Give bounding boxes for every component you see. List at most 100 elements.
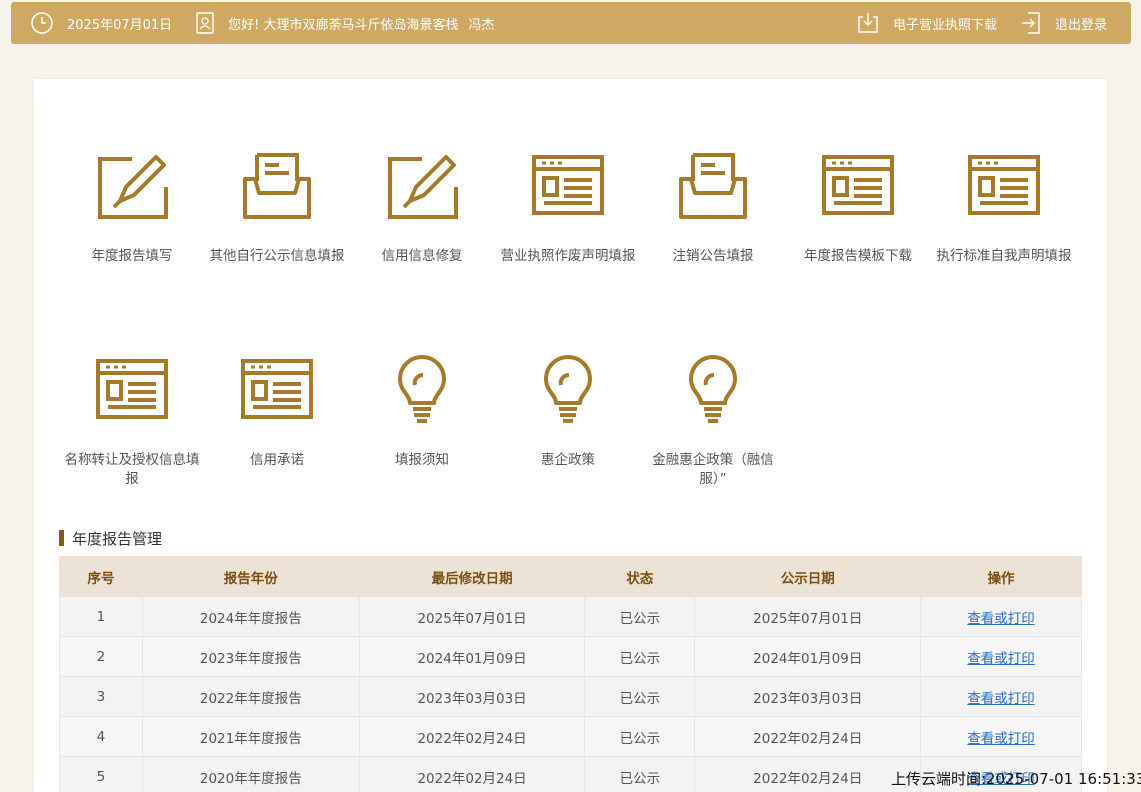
- logout-label: 退出登录: [1054, 17, 1107, 33]
- cell-action: 查看或打印: [920, 716, 1082, 757]
- cell-publish-date: 2024年01月09日: [694, 636, 922, 677]
- tile-label: 信用信息修复: [381, 248, 463, 264]
- cell-index: 4: [59, 716, 143, 757]
- cell-status: 已公示: [584, 636, 696, 677]
- tile-label: 金融惠企政策（融信服）”: [652, 452, 774, 487]
- tile-credit-repair[interactable]: 信用信息修复: [349, 151, 495, 266]
- logout-button[interactable]: 退出登录: [1021, 2, 1107, 44]
- date-text: 2025年07月01日: [67, 17, 173, 33]
- tile-filing-notes[interactable]: 填报须知: [349, 355, 495, 470]
- browser-window-icon: [241, 359, 313, 419]
- view-print-link[interactable]: 查看或打印: [967, 611, 1035, 627]
- tile-template-download[interactable]: 年度报告模板下载: [785, 151, 931, 266]
- cell-status: 已公示: [584, 676, 696, 717]
- cell-report-year: 2022年年度报告: [141, 676, 360, 717]
- header-publish-date: 公示日期: [694, 556, 922, 597]
- lightbulb-icon: [689, 355, 737, 423]
- tile-name-transfer[interactable]: 名称转让及授权信息填报: [59, 355, 205, 489]
- inbox-tray-icon: [243, 153, 311, 219]
- cell-last-modified: 2022年02月24日: [358, 716, 586, 757]
- date-display: 2025年07月01日: [31, 2, 172, 44]
- cell-report-year: 2020年年度报告: [141, 756, 360, 792]
- greeting: 您好! 大理市双廊荼马斗斤依岛海景客栈 冯杰: [196, 2, 495, 44]
- tile-standard-declaration[interactable]: 执行标准自我声明填报: [931, 151, 1077, 266]
- view-print-link[interactable]: 查看或打印: [967, 651, 1035, 667]
- tile-finance-policy[interactable]: 金融惠企政策（融信服）”: [640, 355, 786, 489]
- cell-publish-date: 2023年03月03日: [694, 676, 922, 717]
- table-header-row: 序号 报告年份 最后修改日期 状态 公示日期 操作: [59, 556, 1082, 597]
- header-index: 序号: [59, 556, 143, 597]
- cell-action: 查看或打印: [920, 596, 1082, 637]
- tile-label: 营业执照作废声明填报: [500, 248, 636, 264]
- cell-last-modified: 2025年07月01日: [358, 596, 586, 637]
- tile-label: 执行标准自我声明填报: [936, 248, 1072, 264]
- tile-annual-report-fill[interactable]: 年度报告填写: [59, 151, 205, 266]
- view-print-link[interactable]: 查看或打印: [967, 691, 1035, 707]
- cell-publish-date: 2025年07月01日: [694, 596, 922, 637]
- cell-action: 查看或打印: [920, 676, 1082, 717]
- cell-index: 3: [59, 676, 143, 717]
- table-row: 4 2021年年度报告 2022年02月24日 已公示 2022年02月24日 …: [59, 716, 1082, 757]
- cell-status: 已公示: [584, 756, 696, 792]
- annual-report-table: 序号 报告年份 最后修改日期 状态 公示日期 操作 1 2024年年度报告 20…: [59, 556, 1082, 792]
- cell-last-modified: 2022年02月24日: [358, 756, 586, 792]
- cell-last-modified: 2023年03月03日: [358, 676, 586, 717]
- upload-timestamp-watermark: 上传云端时间:2025-07-01 16:51:33: [891, 770, 1141, 788]
- tile-label: 其他自行公示信息填报: [209, 248, 345, 264]
- logout-icon: [1021, 12, 1041, 34]
- tile-cancellation-notice[interactable]: 注销公告填报: [640, 151, 786, 266]
- cell-report-year: 2024年年度报告: [141, 596, 360, 637]
- view-print-link[interactable]: 查看或打印: [967, 731, 1035, 747]
- table-row: 3 2022年年度报告 2023年03月03日 已公示 2023年03月03日 …: [59, 676, 1082, 717]
- top-bar: 2025年07月01日 您好! 大理市双廊荼马斗斤依岛海景客栈 冯杰 电子营业执…: [11, 2, 1131, 44]
- cell-index: 2: [59, 636, 143, 677]
- tile-license-void[interactable]: 营业执照作废声明填报: [495, 151, 641, 266]
- tile-label: 惠企政策: [541, 452, 595, 468]
- cell-report-year: 2023年年度报告: [141, 636, 360, 677]
- tile-label: 年度报告填写: [91, 248, 173, 264]
- tile-label: 填报须知: [395, 452, 449, 468]
- license-download-label: 电子营业执照下载: [892, 17, 997, 33]
- header-status: 状态: [584, 556, 696, 597]
- browser-window-icon: [532, 155, 604, 215]
- cell-index: 1: [59, 596, 143, 637]
- browser-window-icon: [822, 155, 894, 215]
- download-icon: [857, 12, 879, 34]
- pencil-icon: [98, 155, 168, 219]
- greeting-text: 您好! 大理市双廊荼马斗斤依岛海景客栈: [228, 17, 459, 33]
- user-card-icon: [196, 12, 214, 34]
- license-download-button[interactable]: 电子营业执照下载: [857, 2, 997, 44]
- tile-label: 信用承诺: [250, 452, 304, 468]
- section-title: 年度报告管理: [59, 528, 162, 548]
- pencil-icon: [388, 155, 458, 219]
- cell-status: 已公示: [584, 596, 696, 637]
- lightbulb-icon: [544, 355, 592, 423]
- header-action: 操作: [920, 556, 1082, 597]
- tile-label: 名称转让及授权信息填报: [64, 452, 200, 487]
- cell-action: 查看或打印: [920, 636, 1082, 677]
- main-panel: 年度报告填写 其他自行公示信息填报 信用信息修复 营业执照作废声明填报 注销公告…: [34, 79, 1107, 792]
- header-last-modified: 最后修改日期: [358, 556, 586, 597]
- table-row: 2 2023年年度报告 2024年01月09日 已公示 2024年01月09日 …: [59, 636, 1082, 677]
- table-row: 1 2024年年度报告 2025年07月01日 已公示 2025年07月01日 …: [59, 596, 1082, 637]
- clock-icon: [31, 12, 53, 34]
- cell-index: 5: [59, 756, 143, 792]
- cell-publish-date: 2022年02月24日: [694, 716, 922, 757]
- tile-other-disclosure[interactable]: 其他自行公示信息填报: [204, 151, 350, 266]
- tile-business-policy[interactable]: 惠企政策: [495, 355, 641, 470]
- browser-window-icon: [968, 155, 1040, 215]
- header-report-year: 报告年份: [141, 556, 360, 597]
- cell-publish-date: 2022年02月24日: [694, 756, 922, 792]
- inbox-tray-icon: [679, 153, 747, 219]
- cell-status: 已公示: [584, 716, 696, 757]
- tile-label: 年度报告模板下载: [804, 248, 912, 264]
- tile-credit-commitment[interactable]: 信用承诺: [204, 355, 350, 470]
- lightbulb-icon: [398, 355, 446, 423]
- section-marker: [59, 530, 64, 546]
- cell-report-year: 2021年年度报告: [141, 716, 360, 757]
- section-title-text: 年度报告管理: [72, 529, 163, 548]
- tile-label: 注销公告填报: [672, 248, 754, 264]
- user-name: 冯杰: [468, 17, 495, 33]
- browser-window-icon: [96, 359, 168, 419]
- cell-last-modified: 2024年01月09日: [358, 636, 586, 677]
